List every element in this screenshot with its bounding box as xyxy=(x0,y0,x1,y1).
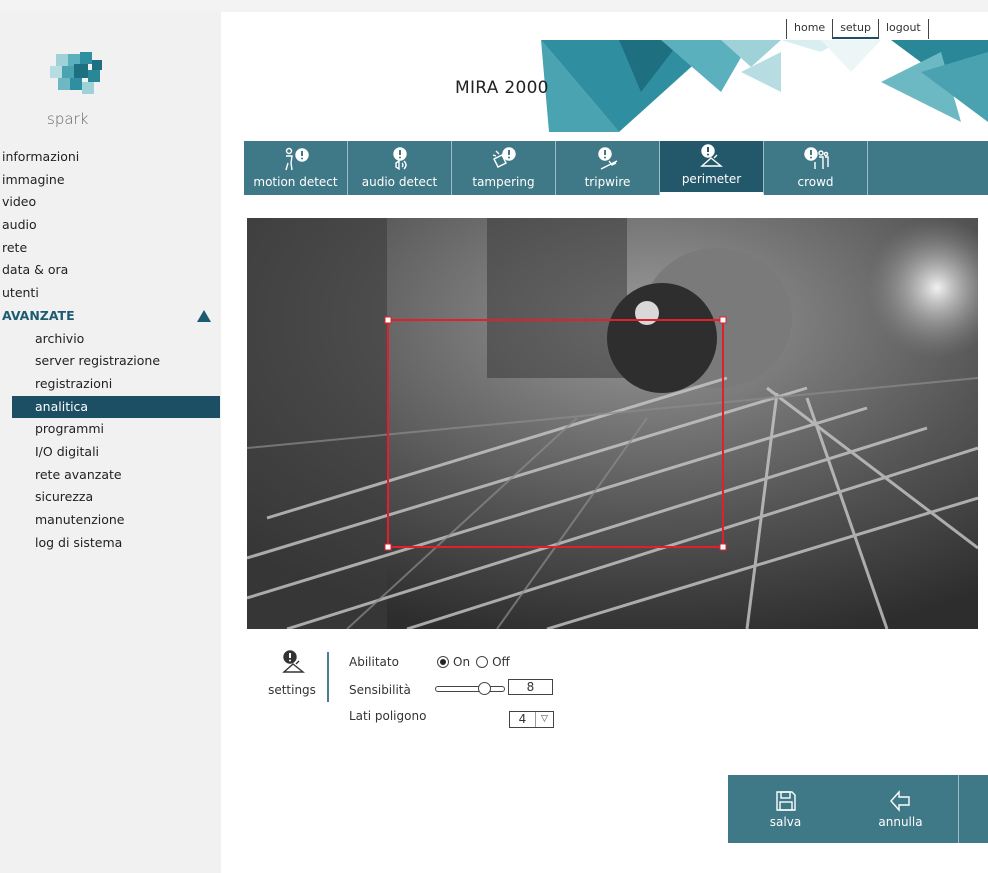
tab-tripwire[interactable]: tripwire xyxy=(556,141,660,195)
sidebar-item-io-digitali[interactable]: I/O digitali xyxy=(0,441,221,464)
app-title: MIRA 2000 xyxy=(455,78,549,98)
nav-setup[interactable]: setup xyxy=(832,19,878,39)
sidebar-item-programmi[interactable]: programmi xyxy=(0,418,221,441)
sidebar-item-informazioni[interactable]: informazioni xyxy=(0,146,221,169)
tab-tampering[interactable]: tampering xyxy=(452,141,556,195)
polygon-vertex-handle[interactable] xyxy=(384,316,392,324)
perimeter-polygon[interactable] xyxy=(247,218,978,629)
cancel-button[interactable]: annulla xyxy=(843,775,958,843)
tab-label: perimeter xyxy=(681,172,742,186)
polygon-sides-value: 4 xyxy=(510,712,536,727)
save-label: salva xyxy=(769,814,802,829)
sensitivity-value-field[interactable]: 8 xyxy=(508,679,553,695)
polygon-sides-row: Lati poligono xyxy=(349,709,426,723)
perimeter-icon xyxy=(282,650,305,673)
crowd-icon xyxy=(803,147,829,169)
tab-audio-detect[interactable]: audio detect xyxy=(348,141,452,195)
logo-text: spark xyxy=(47,110,89,128)
enabled-label: Abilitato xyxy=(349,655,399,669)
radio-circle xyxy=(476,656,489,668)
sidebar-item-immagine[interactable]: immagine xyxy=(0,169,221,192)
sidebar-item-rete-avanzate[interactable]: rete avanzate xyxy=(0,464,221,487)
sidebar-item-sicurezza[interactable]: sicurezza xyxy=(0,486,221,509)
sidebar-item-utenti[interactable]: utenti xyxy=(0,282,221,305)
tab-perimeter[interactable]: perimeter xyxy=(660,141,764,195)
radio-circle xyxy=(437,656,449,668)
sidebar-group-avanzate[interactable]: AVANZATE xyxy=(0,305,221,328)
enabled-on-radio[interactable]: On xyxy=(437,655,470,669)
cancel-label: annulla xyxy=(878,814,923,829)
sidebar-item-analitica[interactable]: analitica xyxy=(12,395,220,419)
side-menu: informazioni immagine video audio rete d… xyxy=(0,146,221,554)
polygon-sides-label: Lati poligono xyxy=(349,709,427,723)
sidebar-group-label: AVANZATE xyxy=(2,307,75,323)
tab-label: audio detect xyxy=(361,175,438,189)
sidebar-item-archivio[interactable]: archivio xyxy=(0,328,221,351)
sensitivity-slider[interactable] xyxy=(435,682,505,695)
sensitivity-label: Sensibilità xyxy=(349,683,411,697)
perimeter-icon xyxy=(699,144,723,167)
tab-label: crowd xyxy=(797,175,834,189)
tab-label: motion detect xyxy=(253,175,338,189)
undo-arrow-icon xyxy=(889,789,910,812)
enabled-off-radio[interactable]: Off xyxy=(476,655,510,669)
tab-label: tampering xyxy=(472,175,535,189)
sidebar-item-data-ora[interactable]: data & ora xyxy=(0,259,221,282)
tab-crowd[interactable]: crowd xyxy=(764,141,868,195)
radio-label: On xyxy=(453,655,471,669)
slider-track xyxy=(435,686,505,692)
sidebar-item-server-registrazione[interactable]: server registrazione xyxy=(0,350,221,373)
audio-detect-icon xyxy=(392,147,407,171)
tampering-icon xyxy=(492,147,516,168)
motion-detect-icon xyxy=(284,147,309,171)
enabled-row: Abilitato On Off xyxy=(349,655,516,669)
top-strip xyxy=(0,0,988,12)
sidebar-item-video[interactable]: video xyxy=(0,191,221,214)
sidebar-item-log-di-sistema[interactable]: log di sistema xyxy=(0,532,221,555)
tab-motion-detect[interactable]: motion detect xyxy=(244,141,348,195)
chevron-down-icon: ▽ xyxy=(541,714,548,724)
save-button[interactable]: salva xyxy=(728,775,843,843)
settings-block: settings xyxy=(257,650,327,706)
save-icon xyxy=(775,790,796,811)
top-nav: home setup logout xyxy=(786,19,929,39)
action-bar: salva annulla xyxy=(728,775,988,843)
sidebar-item-rete[interactable]: rete xyxy=(0,237,221,260)
polygon-vertex-handle[interactable] xyxy=(719,316,727,324)
sidebar-item-audio[interactable]: audio xyxy=(0,214,221,237)
settings-label: settings xyxy=(268,683,316,697)
triangle-up-icon xyxy=(197,309,211,322)
sidebar-item-registrazioni[interactable]: registrazioni xyxy=(0,373,221,396)
sidebar-item-manutenzione[interactable]: manutenzione xyxy=(0,509,221,532)
polygon-vertex-handle[interactable] xyxy=(384,543,392,551)
polygon-vertex-handle[interactable] xyxy=(719,543,727,551)
nav-home[interactable]: home xyxy=(786,19,832,39)
analytics-tabs: motion detect audio detect tampering tri… xyxy=(244,141,988,195)
polygon-sides-select[interactable]: 4 ▽ xyxy=(509,711,554,728)
settings-divider xyxy=(327,652,329,702)
nav-logout[interactable]: logout xyxy=(877,19,929,39)
tripwire-icon xyxy=(597,147,617,170)
tab-label: tripwire xyxy=(584,175,631,189)
spark-logo xyxy=(50,52,102,94)
camera-preview[interactable] xyxy=(247,218,978,629)
radio-label: Off xyxy=(492,655,510,669)
action-divider xyxy=(958,775,959,843)
sensitivity-row: Sensibilità xyxy=(349,683,411,697)
slider-knob[interactable] xyxy=(478,682,491,695)
